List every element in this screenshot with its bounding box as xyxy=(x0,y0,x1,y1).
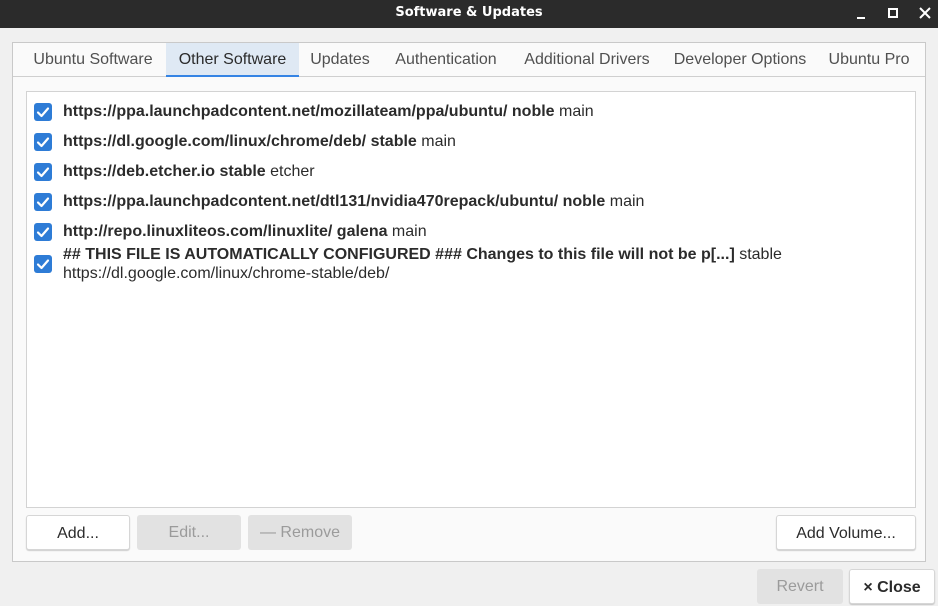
close-window-button[interactable] xyxy=(916,5,934,23)
title-bar: Software & Updates xyxy=(0,0,938,28)
source-component: main xyxy=(605,193,645,210)
minimize-icon xyxy=(857,17,865,19)
tab-updates[interactable]: Updates xyxy=(304,43,376,76)
list-item[interactable]: ## THIS FILE IS AUTOMATICALLY CONFIGURED… xyxy=(27,245,915,289)
close-button[interactable]: × Close xyxy=(849,569,935,604)
close-icon xyxy=(919,7,931,19)
add-volume-button[interactable]: Add Volume... xyxy=(776,515,916,550)
source-uri: http://repo.linuxliteos.com/linuxlite/ g… xyxy=(63,223,388,240)
maximize-button[interactable] xyxy=(884,5,902,23)
source-uri: https://ppa.launchpadcontent.net/mozilla… xyxy=(63,103,555,120)
revert-button[interactable]: Revert xyxy=(757,569,843,604)
source-component: stable xyxy=(734,246,782,263)
list-item[interactable]: https://deb.etcher.io stable etcher xyxy=(27,157,915,187)
source-text: http://repo.linuxliteos.com/linuxlite/ g… xyxy=(63,222,427,241)
source-component: main xyxy=(554,103,594,120)
settings-notebook: Ubuntu Software Other Software Updates A… xyxy=(12,42,926,562)
tab-additional-drivers[interactable]: Additional Drivers xyxy=(515,43,659,76)
tab-ubuntu-software[interactable]: Ubuntu Software xyxy=(21,43,165,76)
source-component: main xyxy=(387,223,427,240)
source-checkbox[interactable] xyxy=(34,103,52,121)
software-sources-list: https://ppa.launchpadcontent.net/mozilla… xyxy=(26,91,916,508)
list-item[interactable]: http://repo.linuxliteos.com/linuxlite/ g… xyxy=(27,217,915,247)
source-checkbox[interactable] xyxy=(34,133,52,151)
checkmark-icon xyxy=(36,167,50,178)
tab-authentication[interactable]: Authentication xyxy=(385,43,507,76)
list-item[interactable]: https://ppa.launchpadcontent.net/dtl131/… xyxy=(27,187,915,217)
window-title: Software & Updates xyxy=(395,5,543,20)
checkmark-icon xyxy=(36,107,50,118)
checkmark-icon xyxy=(36,197,50,208)
source-uri: ## THIS FILE IS AUTOMATICALLY CONFIGURED… xyxy=(63,246,735,263)
edit-button[interactable]: Edit... xyxy=(137,515,241,550)
source-text: ## THIS FILE IS AUTOMATICALLY CONFIGURED… xyxy=(63,245,782,283)
source-uri: https://ppa.launchpadcontent.net/dtl131/… xyxy=(63,193,606,210)
remove-button[interactable]: — Remove xyxy=(248,515,352,550)
checkmark-icon xyxy=(36,259,50,270)
source-checkbox[interactable] xyxy=(34,255,52,273)
add-button[interactable]: Add... xyxy=(26,515,130,550)
source-checkbox[interactable] xyxy=(34,163,52,181)
checkmark-icon xyxy=(36,227,50,238)
tab-bar: Ubuntu Software Other Software Updates A… xyxy=(13,43,925,77)
maximize-icon xyxy=(888,8,898,18)
source-text: https://ppa.launchpadcontent.net/mozilla… xyxy=(63,102,594,121)
list-item[interactable]: https://ppa.launchpadcontent.net/mozilla… xyxy=(27,97,915,127)
tab-ubuntu-pro[interactable]: Ubuntu Pro xyxy=(821,43,917,76)
source-checkbox[interactable] xyxy=(34,223,52,241)
tab-developer-options[interactable]: Developer Options xyxy=(667,43,813,76)
source-uri: https://dl.google.com/linux/chrome/deb/ … xyxy=(63,133,417,150)
tab-other-software[interactable]: Other Software xyxy=(166,43,299,77)
source-text: https://deb.etcher.io stable etcher xyxy=(63,162,315,181)
source-text: https://ppa.launchpadcontent.net/dtl131/… xyxy=(63,192,644,211)
source-checkbox[interactable] xyxy=(34,193,52,211)
checkmark-icon xyxy=(36,137,50,148)
source-component: etcher xyxy=(265,163,315,180)
source-uri: https://deb.etcher.io stable xyxy=(63,163,266,180)
minimize-button[interactable] xyxy=(852,5,870,23)
source-component: main xyxy=(416,133,456,150)
source-text: https://dl.google.com/linux/chrome/deb/ … xyxy=(63,132,456,151)
list-item[interactable]: https://dl.google.com/linux/chrome/deb/ … xyxy=(27,127,915,157)
source-comment: https://dl.google.com/linux/chrome-stabl… xyxy=(63,265,390,282)
